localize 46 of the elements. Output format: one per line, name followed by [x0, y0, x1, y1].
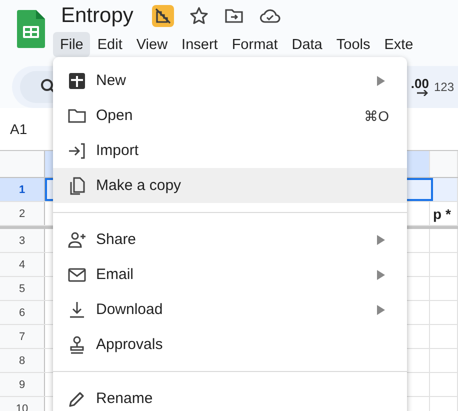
import-arrow-icon — [67, 140, 87, 160]
number-format-button[interactable]: 123 — [434, 80, 458, 94]
row-header[interactable]: 7 — [0, 325, 45, 348]
menu-item[interactable]: Approvals — [53, 327, 407, 362]
menu-item[interactable]: Make a copy — [53, 168, 407, 203]
name-box[interactable]: A1 — [10, 121, 28, 137]
row-header[interactable]: 5 — [0, 277, 45, 300]
menu-bar-item[interactable]: Data — [284, 32, 330, 57]
right-arrow-icon — [417, 90, 429, 96]
row-header[interactable]: 4 — [0, 253, 45, 276]
menu-bar-item[interactable]: Edit — [90, 32, 130, 57]
plus-square-icon — [67, 70, 87, 90]
spreadsheet-logo-icon[interactable] — [17, 10, 45, 48]
row-header[interactable]: 8 — [0, 349, 45, 372]
row-header[interactable]: 9 — [0, 373, 45, 396]
menu-item[interactable]: Import — [53, 133, 407, 168]
shortcut-text: ⌘O — [364, 108, 389, 124]
increase-decimal-button[interactable]: .00 — [410, 78, 429, 96]
document-title[interactable]: Entropy — [61, 4, 134, 28]
row-header[interactable]: 6 — [0, 301, 45, 324]
submenu-arrow-icon — [377, 76, 385, 86]
menu-item[interactable]: Email — [53, 257, 407, 292]
download-icon — [67, 300, 87, 320]
submenu-arrow-icon — [377, 304, 385, 314]
menu-bar-item[interactable]: File — [53, 32, 90, 57]
menu-bar-item[interactable]: View — [129, 32, 175, 57]
submenu-arrow-icon — [377, 270, 385, 280]
menu-bar-item[interactable]: Exte — [377, 32, 420, 57]
menu-item[interactable]: New — [53, 63, 407, 98]
submenu-arrow-icon — [377, 234, 385, 244]
cloud-check-icon[interactable] — [259, 7, 282, 25]
star-icon[interactable] — [189, 6, 210, 26]
menu-bar-item[interactable]: Tools — [329, 32, 378, 57]
row-header[interactable]: 3 — [0, 229, 45, 252]
row-header[interactable]: 2 — [0, 202, 45, 225]
menu-item[interactable]: Share — [53, 222, 407, 257]
menu-bar-item[interactable]: Insert — [174, 32, 225, 57]
cell-text: p * — [433, 206, 451, 222]
menu-item[interactable]: Rename — [53, 381, 407, 411]
move-to-folder-icon[interactable] — [224, 6, 244, 26]
menu-bar-item[interactable]: Format — [224, 32, 285, 57]
row-header[interactable]: 1 — [0, 178, 45, 201]
menu-item[interactable]: Open ⌘O — [53, 98, 407, 133]
restricted-badge-icon[interactable] — [152, 5, 174, 27]
menu-item[interactable]: Download — [53, 292, 407, 327]
person-add-icon — [67, 230, 87, 250]
